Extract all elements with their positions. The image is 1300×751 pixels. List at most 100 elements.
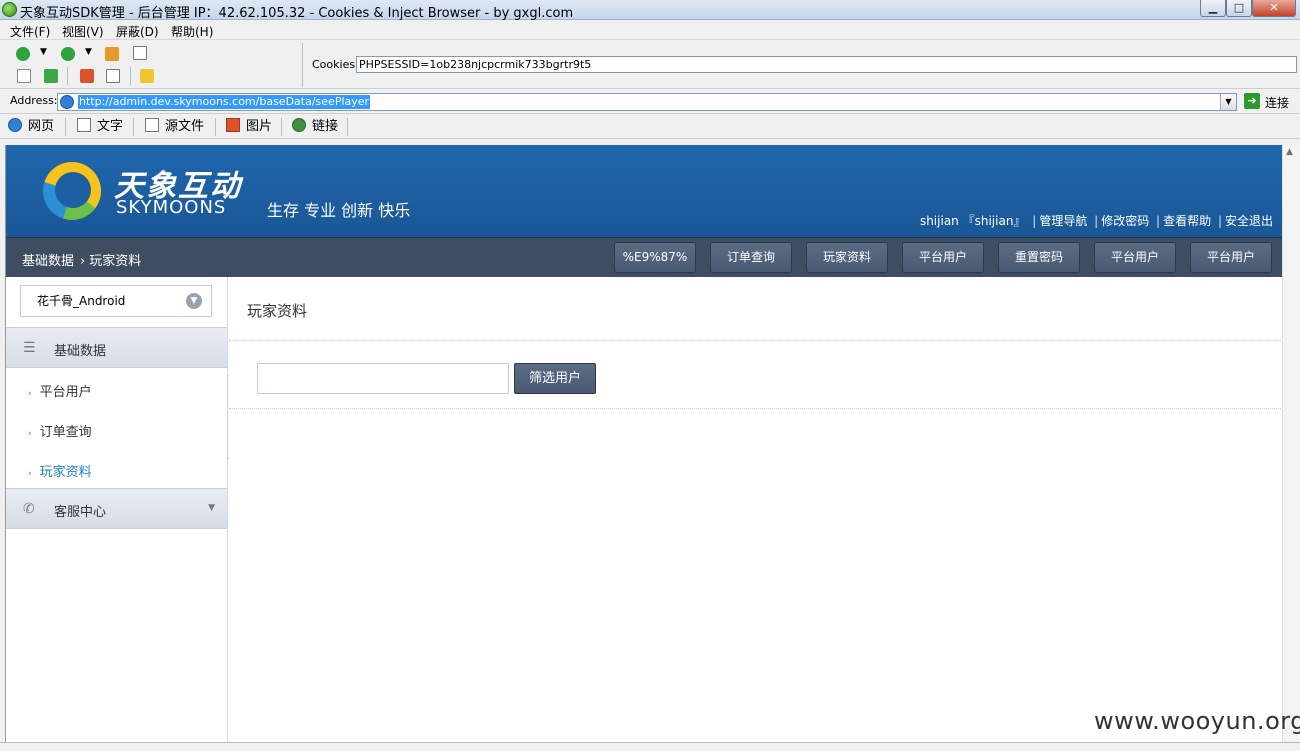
- tab-webpage[interactable]: 网页: [8, 118, 54, 136]
- breadcrumb-root[interactable]: 基础数据: [22, 254, 74, 269]
- stop-icon[interactable]: [17, 69, 31, 83]
- list-icon: ☰: [23, 340, 36, 356]
- sidebar-item-player-info[interactable]: › 玩家资料: [28, 461, 92, 480]
- back-icon[interactable]: [16, 47, 30, 61]
- link-admin-nav[interactable]: 管理导航: [1039, 214, 1087, 228]
- nav-button-platform-users-3[interactable]: 平台用户: [1190, 242, 1272, 273]
- sidebar-item-orders[interactable]: › 订单查询: [28, 421, 92, 440]
- bullet-icon: ›: [28, 469, 32, 479]
- close-button[interactable]: ✕: [1252, 0, 1296, 17]
- sidebar-section-label: 基础数据: [54, 344, 107, 359]
- nav-button-platform-users[interactable]: 平台用户: [902, 242, 984, 273]
- tab-images[interactable]: 图片: [226, 118, 272, 136]
- sidebar: 花千骨_Android ▼ ☰ 基础数据 › 平台用户 › 订单查询 › 玩家资料 ✆…: [6, 277, 228, 742]
- minimize-button[interactable]: ▁: [1200, 0, 1226, 17]
- menu-block[interactable]: 屏蔽(D): [116, 23, 159, 40]
- game-select[interactable]: 花千骨_Android ▼: [20, 285, 212, 317]
- menu-view[interactable]: 视图(V): [62, 23, 104, 40]
- breadcrumb-current: 玩家资料: [89, 254, 142, 269]
- status-bar: [0, 742, 1300, 751]
- source-icon: [145, 118, 159, 132]
- sidebar-section-basedata[interactable]: ☰ 基础数据: [6, 327, 227, 368]
- bullet-icon: ›: [28, 429, 32, 439]
- watermark: www.wooyun.org: [1094, 707, 1300, 735]
- username-bracket: 『shijian』: [962, 214, 1026, 228]
- site-header: 天象互动 SKYMOONS 生存 专业 创新 快乐 shijian 『shiji…: [6, 145, 1282, 237]
- address-bar: Address: http://admin.dev.skymoons.com/b…: [0, 90, 1300, 114]
- home-icon[interactable]: [105, 47, 119, 61]
- address-label: Address:: [10, 94, 58, 107]
- page-scrollbar[interactable]: ▲: [1282, 145, 1300, 742]
- filter-users-button[interactable]: 筛选用户: [514, 363, 596, 394]
- tab-source-label: 源文件: [165, 119, 205, 134]
- tab-links-label: 链接: [312, 119, 339, 134]
- window-title: 天象互动SDK管理 - 后台管理 IP：42.62.105.32 - Cooki…: [20, 6, 574, 21]
- breadcrumb-arrow-icon: ›: [80, 254, 86, 269]
- tab-links[interactable]: 链接: [292, 118, 338, 136]
- skymoons-logo-icon: [43, 162, 101, 220]
- caret-down-icon: ▼: [208, 503, 215, 513]
- image-icon[interactable]: [80, 69, 94, 83]
- game-select-value: 花千骨_Android: [37, 294, 126, 308]
- chevron-down-icon: ▼: [186, 293, 202, 309]
- cookies-label: Cookies:: [312, 58, 359, 71]
- go-button[interactable]: 连接: [1265, 94, 1289, 111]
- tab-text-label: 文字: [97, 119, 124, 134]
- refresh-icon[interactable]: [44, 69, 58, 83]
- breadcrumb: 基础数据 › 玩家资料: [22, 250, 141, 269]
- forward-icon[interactable]: [61, 47, 75, 61]
- phone-icon: ✆: [23, 501, 35, 517]
- picture-icon: [226, 118, 240, 132]
- link-help[interactable]: 查看帮助: [1163, 214, 1211, 228]
- logo-en: SKYMOONS: [116, 197, 227, 218]
- address-url[interactable]: http://admin.dev.skymoons.com/baseData/s…: [78, 95, 371, 109]
- slogan: 生存 专业 创新 快乐: [267, 201, 411, 220]
- back-dropdown-icon[interactable]: ▼: [40, 47, 47, 57]
- new-page-icon[interactable]: [133, 46, 147, 60]
- nav-button-reset-password[interactable]: 重置密码: [998, 242, 1080, 273]
- maximize-button[interactable]: □: [1226, 0, 1252, 17]
- tab-webpage-label: 网页: [28, 119, 55, 134]
- menu-file[interactable]: 文件(F): [10, 23, 50, 40]
- sidebar-item-label: 订单查询: [39, 425, 92, 440]
- scroll-up-icon[interactable]: ▲: [1286, 147, 1293, 157]
- main-content: 玩家资料 筛选用户: [229, 277, 1282, 742]
- view-tabs: 网页 文字 源文件 图片 链接: [0, 115, 1300, 139]
- bullet-icon: ›: [28, 389, 32, 399]
- address-field[interactable]: http://admin.dev.skymoons.com/baseData/s…: [57, 93, 1237, 111]
- nav-button-player-info[interactable]: 玩家资料: [806, 242, 888, 273]
- user-links: shijian 『shijian』 | 管理导航 | 修改密码 | 查看帮助 | 安全退…: [919, 214, 1273, 228]
- nav-button-platform-users-2[interactable]: 平台用户: [1094, 242, 1176, 273]
- sidebar-item-label: 平台用户: [39, 385, 92, 400]
- link-change-password[interactable]: 修改密码: [1101, 214, 1149, 228]
- copy-icon[interactable]: [106, 69, 120, 83]
- toolbar: ▼ ▼ Cookies: PHPSESSID=1ob238njcpcrmik73…: [0, 41, 1300, 89]
- username: shijian: [919, 214, 959, 228]
- nav-bar: 基础数据 › 玩家资料 %E9%87% 订单查询 玩家资料 平台用户 重置密码 平台…: [6, 237, 1282, 277]
- page-title: 玩家资料: [247, 302, 308, 320]
- tab-source[interactable]: 源文件: [145, 118, 204, 136]
- nav-button-1[interactable]: %E9%87%: [614, 242, 696, 273]
- window-title-bar: 天象互动SDK管理 - 后台管理 IP：42.62.105.32 - Cooki…: [0, 0, 1300, 21]
- ie-icon: [8, 118, 22, 132]
- sidebar-section-customer-service[interactable]: ✆ 客服中心 ▼: [6, 488, 227, 529]
- tab-text[interactable]: 文字: [77, 118, 123, 136]
- menu-bar: 文件(F) 视图(V) 屏蔽(D) 帮助(H): [0, 20, 1300, 40]
- cookies-field[interactable]: PHPSESSID=1ob238njcpcrmik733bgrtr9t5: [356, 56, 1297, 73]
- go-arrow-icon[interactable]: ➔: [1244, 93, 1260, 109]
- ie-page-icon: [60, 95, 74, 109]
- link-logout[interactable]: 安全退出: [1225, 214, 1273, 228]
- forward-dropdown-icon[interactable]: ▼: [85, 47, 92, 57]
- nav-button-orders[interactable]: 订单查询: [710, 242, 792, 273]
- sidebar-section-label: 客服中心: [54, 505, 107, 520]
- sidebar-item-label: 玩家资料: [39, 465, 92, 480]
- menu-help[interactable]: 帮助(H): [171, 23, 213, 40]
- app-icon: [2, 2, 17, 17]
- filter-input[interactable]: [257, 363, 509, 394]
- lock-icon[interactable]: [140, 69, 154, 83]
- page-viewport: 天象互动 SKYMOONS 生存 专业 创新 快乐 shijian 『shiji…: [5, 145, 1282, 742]
- sidebar-item-platform-users[interactable]: › 平台用户: [28, 381, 92, 400]
- globe-icon: [292, 118, 306, 132]
- tab-images-label: 图片: [246, 119, 273, 134]
- address-dropdown-icon[interactable]: ▼: [1220, 94, 1236, 110]
